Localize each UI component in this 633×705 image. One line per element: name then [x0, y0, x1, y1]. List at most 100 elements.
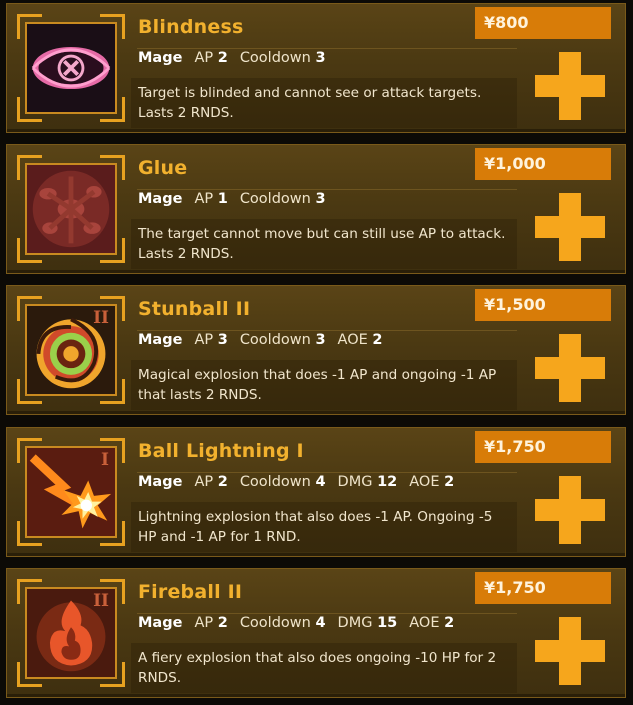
- plus-icon: [535, 334, 605, 402]
- spell-class: Mage: [138, 332, 183, 348]
- flame-icon: II: [25, 587, 117, 679]
- divider: [137, 189, 517, 190]
- spell-name: Fireball II: [138, 581, 243, 603]
- divider: [137, 48, 517, 49]
- ap-label: AP: [194, 50, 214, 66]
- spell-stats: Mage AP 2 Cooldown 4 DMG 15 AOE 2: [138, 615, 466, 631]
- spell-card: II Stunball II Mage AP 3 Cooldown 3 AOE 2 M…: [6, 285, 626, 415]
- aoe-label: AOE: [337, 332, 368, 348]
- spell-description: Target is blinded and cannot see or atta…: [138, 85, 482, 121]
- spell-class: Mage: [138, 615, 183, 631]
- spell-icon-frame: I: [17, 438, 125, 546]
- plus-icon: [535, 52, 605, 120]
- price-tag: ¥1,750: [475, 431, 611, 463]
- ap-stat: AP 2: [194, 615, 227, 631]
- ap-label: AP: [194, 474, 214, 490]
- cooldown-stat: Cooldown 3: [240, 332, 326, 348]
- ap-label: AP: [194, 332, 214, 348]
- price-tag: ¥1,500: [475, 289, 611, 321]
- cooldown-label: Cooldown: [239, 615, 311, 631]
- divider: [137, 330, 517, 331]
- rank-numeral: II: [93, 591, 109, 611]
- cooldown-stat: Cooldown 4: [240, 615, 326, 631]
- aoe-value: 2: [444, 474, 455, 490]
- spell-card: II Fireball II Mage AP 2 Cooldown 4 DMG 15 A…: [6, 568, 626, 698]
- cooldown-label: Cooldown: [239, 191, 311, 207]
- cooldown-stat: Cooldown 3: [240, 191, 326, 207]
- dmg-value: 12: [377, 474, 398, 490]
- divider: [137, 613, 517, 614]
- buy-button[interactable]: [525, 42, 615, 130]
- spell-class: Mage: [138, 50, 183, 66]
- price-tag: ¥1,750: [475, 572, 611, 604]
- spell-class: Mage: [138, 191, 183, 207]
- spell-card: Blindness Mage AP 2 Cooldown 3 Target is b…: [6, 3, 626, 133]
- ap-stat: AP 2: [194, 50, 227, 66]
- ap-stat: AP 2: [194, 474, 227, 490]
- spell-class: Mage: [138, 474, 183, 490]
- ap-stat: AP 1: [194, 191, 227, 207]
- dmg-value: 15: [377, 615, 398, 631]
- ap-value: 2: [217, 615, 228, 631]
- spell-icon-frame: II: [17, 579, 125, 687]
- cooldown-stat: Cooldown 3: [240, 50, 326, 66]
- spell-icon-frame: II: [17, 296, 125, 404]
- aoe-value: 2: [372, 332, 383, 348]
- spiral-icon: II: [25, 304, 117, 396]
- dmg-stat: DMG 15: [338, 615, 398, 631]
- buy-button[interactable]: [525, 183, 615, 271]
- cooldown-label: Cooldown: [239, 50, 311, 66]
- glue-icon: [25, 163, 117, 255]
- aoe-stat: AOE 2: [338, 332, 383, 348]
- cooldown-value: 4: [315, 615, 326, 631]
- dmg-label: DMG: [337, 615, 373, 631]
- plus-icon: [535, 476, 605, 544]
- ap-value: 3: [217, 332, 228, 348]
- aoe-stat: AOE 2: [409, 474, 454, 490]
- spell-stats: Mage AP 2 Cooldown 3: [138, 50, 338, 66]
- cooldown-value: 3: [315, 332, 326, 348]
- spell-card: I Ball Lightning I Mage AP 2 Cooldown 4 DMG…: [6, 427, 626, 557]
- spell-icon-frame: [17, 155, 125, 263]
- buy-button[interactable]: [525, 607, 615, 695]
- plus-icon: [535, 193, 605, 261]
- spell-description: A fiery explosion that also does ongoing…: [138, 650, 497, 686]
- ap-stat: AP 3: [194, 332, 227, 348]
- cooldown-label: Cooldown: [239, 474, 311, 490]
- spell-stats: Mage AP 2 Cooldown 4 DMG 12 AOE 2: [138, 474, 466, 490]
- spell-description: The target cannot move but can still use…: [138, 226, 506, 262]
- cooldown-value: 4: [315, 474, 326, 490]
- price-tag: ¥800: [475, 7, 611, 39]
- ap-value: 2: [217, 474, 228, 490]
- spell-stats: Mage AP 3 Cooldown 3 AOE 2: [138, 332, 395, 348]
- aoe-value: 2: [444, 615, 455, 631]
- spell-name: Glue: [138, 157, 188, 179]
- cooldown-value: 3: [315, 191, 326, 207]
- rank-numeral: I: [101, 450, 109, 470]
- spell-description: Magical explosion that does -1 AP and on…: [138, 367, 497, 403]
- price-tag: ¥1,000: [475, 148, 611, 180]
- spell-name: Blindness: [138, 16, 244, 38]
- spell-name: Ball Lightning I: [138, 440, 304, 462]
- buy-button[interactable]: [525, 324, 615, 412]
- ap-value: 2: [217, 50, 228, 66]
- spell-description: Lightning explosion that also does -1 AP…: [138, 509, 493, 545]
- rank-numeral: II: [93, 308, 109, 328]
- lightning-burst-icon: I: [25, 446, 117, 538]
- spell-icon-frame: [17, 14, 125, 122]
- spell-stats: Mage AP 1 Cooldown 3: [138, 191, 338, 207]
- aoe-stat: AOE 2: [409, 615, 454, 631]
- aoe-label: AOE: [409, 615, 440, 631]
- plus-icon: [535, 617, 605, 685]
- cooldown-label: Cooldown: [239, 332, 311, 348]
- spell-name: Stunball II: [138, 298, 251, 320]
- divider: [137, 472, 517, 473]
- blind-eye-icon: [25, 22, 117, 114]
- ap-label: AP: [194, 191, 214, 207]
- cooldown-value: 3: [315, 50, 326, 66]
- spell-card: Glue Mage AP 1 Cooldown 3 The target canno…: [6, 144, 626, 274]
- dmg-label: DMG: [337, 474, 373, 490]
- ap-label: AP: [194, 615, 214, 631]
- buy-button[interactable]: [525, 466, 615, 554]
- dmg-stat: DMG 12: [338, 474, 398, 490]
